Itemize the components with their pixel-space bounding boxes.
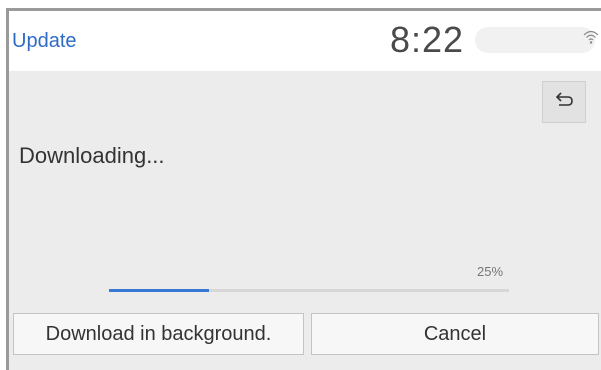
screen-title: Update [12, 30, 77, 52]
status-bar: Update 8:22 [9, 11, 601, 71]
cancel-button[interactable]: Cancel [311, 313, 599, 355]
back-arrow-icon [553, 91, 575, 113]
update-screen: Update 8:22 Downloading... 25% Download … [6, 8, 601, 370]
clock: 8:22 [390, 19, 465, 60]
progress-percent: 25% [477, 264, 504, 279]
notification-area [475, 27, 595, 53]
download-in-background-button[interactable]: Download in background. [13, 313, 304, 355]
download-progress-bar [109, 289, 509, 292]
back-button[interactable] [542, 81, 586, 123]
wifi-icon [583, 29, 599, 45]
download-progress-fill [109, 289, 209, 292]
download-status-message: Downloading... [19, 143, 165, 168]
